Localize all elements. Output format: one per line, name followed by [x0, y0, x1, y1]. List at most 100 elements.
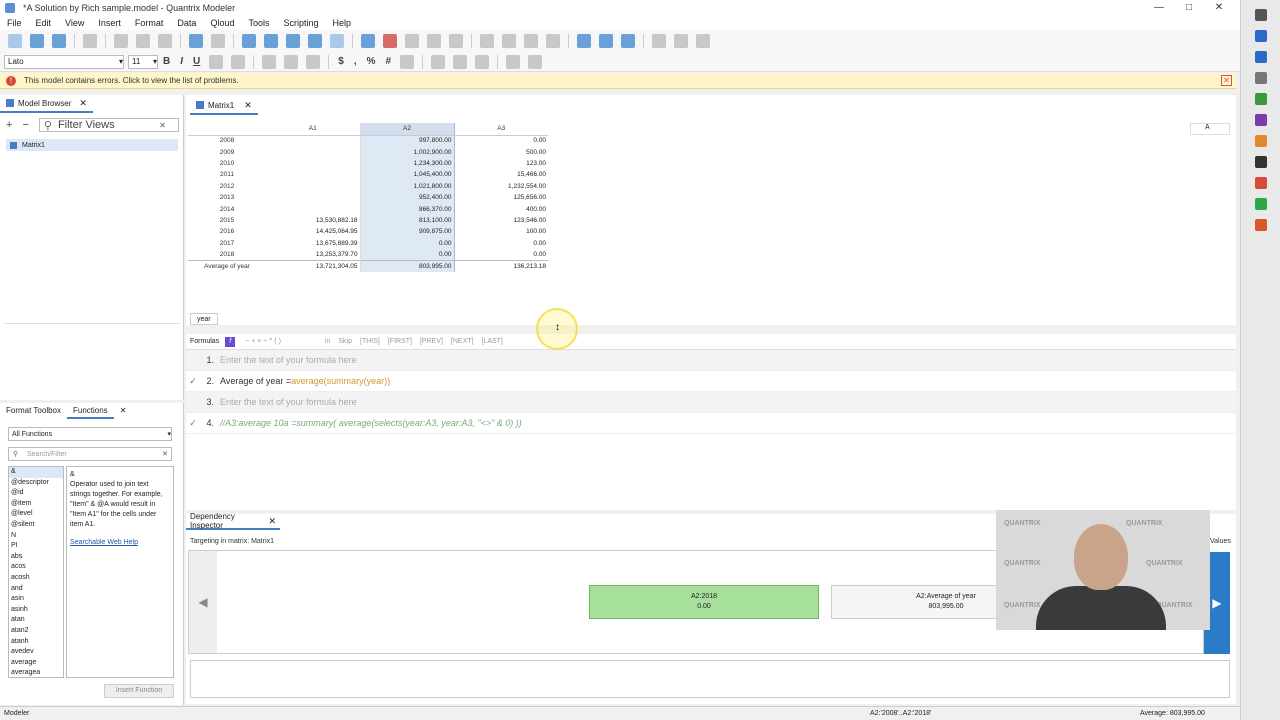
taskbar-app-icon[interactable] [1254, 135, 1267, 147]
matrix-cell[interactable]: 1,045,400.00 [360, 169, 455, 181]
bold-button[interactable]: B [163, 56, 170, 67]
error-notification-bar[interactable]: ! This model contains errors. Click to v… [0, 73, 1236, 89]
distribute-icon[interactable] [546, 34, 560, 48]
matrix-cell[interactable]: 123.00 [454, 158, 548, 169]
function-list-item[interactable]: atan [9, 615, 63, 626]
taskbar-app-icon[interactable] [1254, 219, 1267, 231]
close-icon[interactable]: ✕ [1204, 0, 1234, 16]
row-header-summary[interactable]: Average of year [188, 259, 266, 272]
error-message[interactable]: This model contains errors. Click to vie… [24, 76, 239, 85]
searchable-web-help-link[interactable]: Searchable Web Help [70, 538, 170, 548]
matrix-cell[interactable]: 0.00 [360, 237, 455, 249]
column-header-a1[interactable]: A1 [266, 123, 361, 136]
matrix-cell[interactable]: 13,721,304.05 [266, 259, 361, 272]
matrix-cell[interactable]: 1,021,800.00 [360, 180, 455, 192]
sum-icon[interactable] [427, 34, 441, 48]
shapes-icon[interactable] [652, 34, 666, 48]
function-list-item[interactable]: average [9, 658, 63, 669]
row-header[interactable]: 2009 [188, 146, 266, 157]
matrix-cell[interactable] [266, 135, 361, 147]
formula-placeholder[interactable]: Enter the text of your formula here [220, 355, 357, 365]
maximize-icon[interactable]: □ [1174, 0, 1204, 16]
taskbar-app-icon[interactable] [1254, 30, 1267, 42]
insert-function-button[interactable]: Insert Function [104, 684, 174, 698]
copy-icon[interactable] [136, 34, 150, 48]
matrix-cell[interactable]: 952,400.00 [360, 191, 455, 204]
function-list-item[interactable]: PI [9, 541, 63, 552]
row-header[interactable]: 2008 [188, 135, 266, 146]
function-category-select[interactable]: All Functions ▾ [8, 427, 172, 441]
side-category-chip[interactable]: A [1190, 123, 1230, 135]
menu-scripting[interactable]: Scripting [276, 18, 325, 28]
menu-data[interactable]: Data [170, 18, 203, 28]
align-center-icon[interactable] [284, 54, 299, 69]
canvas-icon[interactable] [308, 34, 322, 48]
matrix-cell[interactable]: 1,234,300.00 [360, 157, 455, 170]
matrix-cell[interactable]: 15,466.00 [454, 169, 548, 180]
layout-icon[interactable] [480, 34, 494, 48]
number-icon[interactable]: # [386, 56, 392, 67]
close-icon[interactable]: ✕ [1221, 75, 1232, 86]
save-icon[interactable] [52, 34, 66, 48]
formula-comment[interactable]: //A3:average 10a =summary( average(selec… [220, 418, 522, 428]
remove-icon[interactable] [383, 34, 397, 48]
matrix-cell[interactable]: 500.00 [454, 146, 548, 157]
function-list-item[interactable]: @item [9, 499, 63, 510]
formula-row[interactable]: ✓ 2. Average of year = average(summary(y… [186, 371, 1236, 392]
sort-icon[interactable] [449, 34, 463, 48]
text-box-icon[interactable] [674, 34, 688, 48]
keyword-prev[interactable]: [PREV] [420, 338, 443, 345]
fill-color-icon[interactable] [453, 54, 468, 69]
cut-icon[interactable] [114, 34, 128, 48]
redo-icon[interactable] [211, 34, 225, 48]
grow-font-icon[interactable] [209, 54, 224, 69]
font-family-select[interactable]: Lato ▾ [4, 54, 124, 69]
function-list-item[interactable]: averagea [9, 668, 63, 677]
chevron-left-icon[interactable]: ◀ [189, 551, 217, 653]
line-color-icon[interactable] [475, 54, 490, 69]
row-header[interactable]: 2010 [188, 158, 266, 169]
matrix-cell[interactable] [266, 180, 361, 192]
filter-views-input[interactable]: ⚲ Filter Views ✕ [38, 118, 179, 132]
menu-qloud[interactable]: Qloud [203, 18, 241, 28]
matrix-cell[interactable]: 136,213.18 [454, 259, 548, 272]
menu-tools[interactable]: Tools [241, 18, 276, 28]
function-list-item[interactable]: atanh [9, 637, 63, 648]
matrix-cell[interactable]: 13,530,882.18 [266, 214, 361, 227]
function-list-item[interactable]: atan2 [9, 626, 63, 637]
tab-functions[interactable]: Functions [67, 403, 114, 419]
function-search-input[interactable]: ⚲ Search/Filter ✕ [8, 447, 172, 461]
taskbar-app-icon[interactable] [1254, 177, 1267, 189]
row-header[interactable]: 2011 [188, 169, 266, 180]
function-list-item[interactable]: N [9, 531, 63, 542]
text-color-icon[interactable] [431, 54, 446, 69]
category-chip-year[interactable]: year [190, 313, 218, 325]
function-list-item[interactable]: asin [9, 594, 63, 605]
cube-icon[interactable] [264, 34, 278, 48]
matrix-cell[interactable]: 997,800.00 [360, 135, 455, 147]
matrix-cell[interactable]: 1,232,554.00 [454, 181, 548, 192]
matrix-cell[interactable] [266, 191, 361, 204]
row-header[interactable]: 2013 [188, 192, 266, 203]
matrix-cell[interactable]: 0.00 [454, 135, 548, 146]
column-header-a2[interactable]: A2 [360, 123, 455, 136]
operator-buttons[interactable]: − + × ÷ ^ ( ) [245, 338, 281, 345]
matrix-cell[interactable] [266, 157, 361, 170]
formula-row[interactable]: ✓ 4. //A3:average 10a =summary( average(… [186, 413, 1236, 434]
formula-lhs[interactable]: Average of year = [220, 376, 291, 386]
minimize-icon[interactable]: — [1144, 0, 1174, 16]
underline-button[interactable]: U [193, 56, 200, 67]
menu-format[interactable]: Format [128, 18, 171, 28]
add-icon[interactable]: + [6, 119, 12, 131]
formula-row[interactable]: 3. Enter the text of your formula here [186, 392, 1236, 413]
formula-rhs[interactable]: average(summary(year)) [291, 376, 390, 386]
row-header[interactable]: 2016 [188, 226, 266, 237]
keyword-last[interactable]: [LAST] [481, 338, 502, 345]
new-file-icon[interactable] [8, 34, 22, 48]
keyword-next[interactable]: [NEXT] [451, 338, 474, 345]
matrix-cell[interactable]: 14,425,064.95 [266, 226, 361, 238]
function-list-item[interactable]: @level [9, 509, 63, 520]
open-folder-icon[interactable] [30, 34, 44, 48]
percent-icon[interactable]: % [367, 56, 376, 67]
function-list-item[interactable]: @silent [9, 520, 63, 531]
